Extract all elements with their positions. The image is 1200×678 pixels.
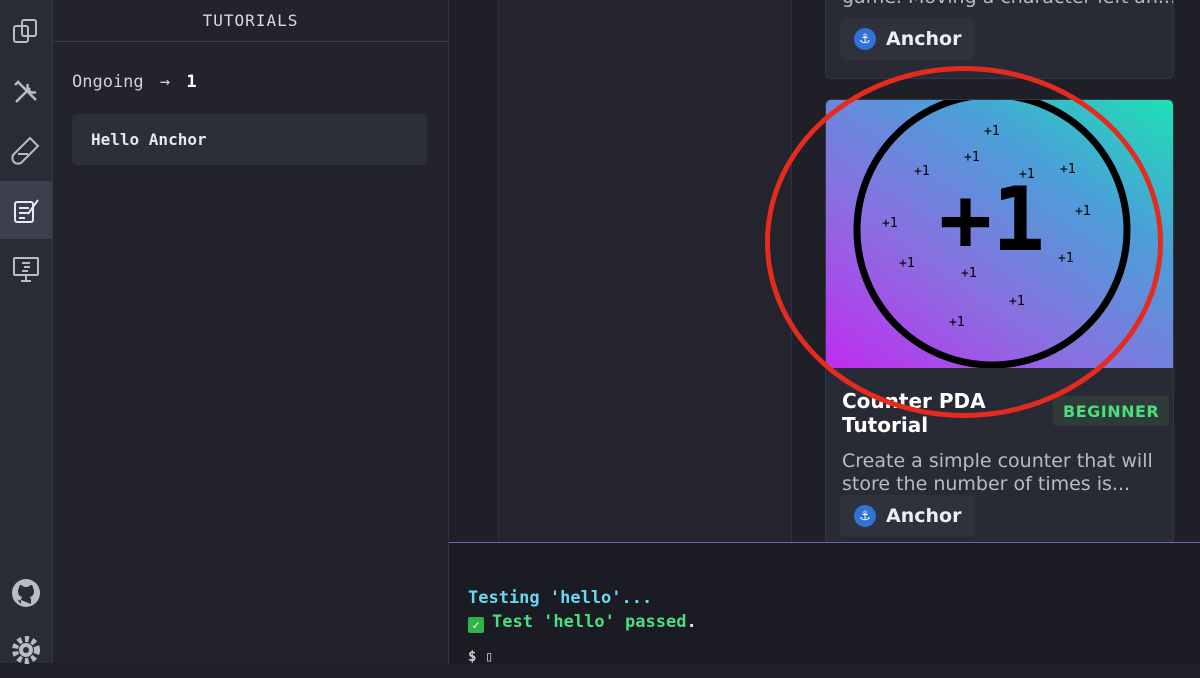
framework-badge: ⚓ Anchor xyxy=(840,495,976,537)
framework-badge: ⚓ Anchor xyxy=(840,18,976,60)
tutorials-icon xyxy=(14,199,39,223)
build-icon xyxy=(14,80,37,103)
svg-text:+1: +1 xyxy=(914,164,930,179)
ongoing-count: 1 xyxy=(186,72,197,92)
main-content: game. Moving a character left an... ⚓ An… xyxy=(449,0,1200,544)
svg-text:+1: +1 xyxy=(961,266,977,281)
panel-title: TUTORIALS xyxy=(53,0,448,42)
activity-bar xyxy=(0,0,53,664)
settings-button[interactable] xyxy=(0,622,52,678)
svg-text:+1: +1 xyxy=(1060,162,1076,177)
framework-label: Anchor xyxy=(886,505,962,527)
tutorial-card-previous[interactable]: game. Moving a character left an... ⚓ An… xyxy=(825,0,1174,79)
level-badge: BEGINNER xyxy=(1053,396,1170,426)
terminal-line: ✓ Test 'hello' passed. xyxy=(468,612,697,633)
svg-text:+1: +1 xyxy=(984,124,1000,139)
svg-text:+1: +1 xyxy=(1058,251,1074,266)
svg-text:+1: +1 xyxy=(964,150,980,165)
pass-text: Test 'hello' passed xyxy=(492,612,687,632)
anchor-icon: ⚓ xyxy=(854,28,876,50)
big-plus-one: +1 xyxy=(939,168,1045,271)
svg-text:+1: +1 xyxy=(1075,204,1091,219)
ongoing-header[interactable]: Ongoing → 1 xyxy=(72,72,197,92)
card-title: Counter PDA Tutorial xyxy=(842,389,986,437)
arrow-icon: → xyxy=(159,72,171,92)
explorer-button[interactable] xyxy=(0,4,52,60)
card-description: Create a simple counter that will store … xyxy=(842,450,1153,495)
tutorials-button[interactable] xyxy=(0,181,52,239)
anchor-icon: ⚓ xyxy=(854,505,876,527)
playground-icon xyxy=(13,257,39,282)
card-description: game. Moving a character left an... xyxy=(842,0,1173,8)
terminal-line: Testing 'hello'... xyxy=(468,588,653,608)
svg-text:+1: +1 xyxy=(899,256,915,271)
card-thumbnail: +1 +1 +1 +1 +1 +1 +1 +1 +1 +1 +1 +1 +1 xyxy=(826,100,1173,368)
svg-text:+1: +1 xyxy=(882,216,898,231)
playground-button[interactable] xyxy=(0,241,52,297)
check-icon: ✓ xyxy=(468,617,484,633)
tutorial-card-counter-pda[interactable]: +1 +1 +1 +1 +1 +1 +1 +1 +1 +1 +1 +1 +1 C… xyxy=(825,99,1174,544)
build-button[interactable] xyxy=(0,64,52,120)
test-icon xyxy=(11,136,40,165)
tutorial-item-hello-anchor[interactable]: Hello Anchor xyxy=(72,114,427,165)
settings-icon xyxy=(12,636,40,664)
tutorial-column xyxy=(498,0,792,542)
svg-text:+1: +1 xyxy=(1019,167,1035,182)
test-button[interactable] xyxy=(0,122,52,178)
explorer-icon xyxy=(13,19,37,43)
svg-text:+1: +1 xyxy=(1009,294,1025,309)
counter-plus-one-image: +1 +1 +1 +1 +1 +1 +1 +1 +1 +1 +1 +1 +1 xyxy=(853,100,1131,368)
svg-text:+1: +1 xyxy=(949,315,965,330)
ongoing-label: Ongoing xyxy=(72,72,144,92)
framework-label: Anchor xyxy=(886,28,962,50)
github-button[interactable] xyxy=(0,565,52,621)
github-icon xyxy=(12,579,40,607)
tutorials-panel: TUTORIALS Ongoing → 1 Hello Anchor xyxy=(53,0,449,663)
terminal[interactable]: Testing 'hello'... ✓ Test 'hello' passed.… xyxy=(449,542,1200,665)
